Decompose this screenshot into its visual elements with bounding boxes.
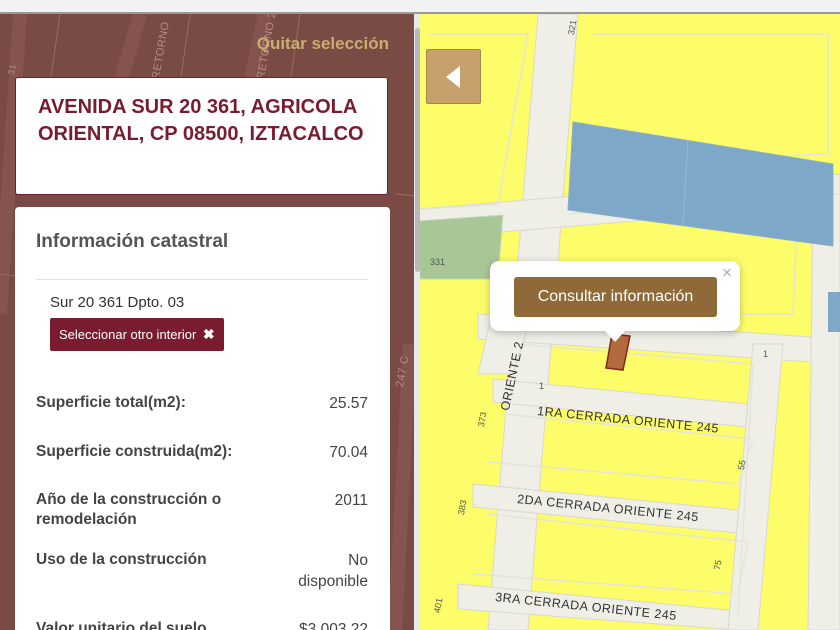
lot-number: 331	[430, 257, 446, 267]
info-row-land-unit-value: Valor unitario del suelo $3,003.22	[36, 619, 368, 630]
info-row-value: No disponible	[298, 552, 368, 590]
info-row-label: Superficie total(m2):	[36, 394, 186, 411]
collapse-panel-button[interactable]	[426, 49, 481, 104]
lot-number: 75	[712, 559, 724, 571]
lot-number: 1	[539, 381, 545, 391]
divider	[36, 279, 368, 280]
popup-close-icon[interactable]: ×	[722, 264, 732, 281]
info-row-built-area: Superficie construida(m2): 70.04	[36, 442, 368, 464]
info-title: Información catastral	[36, 231, 229, 252]
info-row-label: Valor unitario del suelo	[36, 620, 207, 630]
clear-selection-link[interactable]: Quitar selección	[257, 34, 389, 54]
info-row-total-area: Superficie total(m2): 25.57	[36, 393, 368, 415]
popup-pointer	[604, 330, 626, 342]
lot-number: 55	[736, 459, 748, 471]
info-row-construction-year: Año de la construcción o remodelación 20…	[36, 490, 368, 532]
info-row-label: Uso de la construcción	[36, 551, 207, 568]
cadastral-info-card: Información catastral Sur 20 361 Dpto. 0…	[15, 207, 390, 630]
scrollbar-thumb[interactable]	[415, 28, 420, 272]
info-row-value: 25.57	[329, 395, 368, 412]
info-row-label: Año de la construcción o remodelación	[36, 491, 222, 528]
info-row-value: 2011	[334, 492, 368, 509]
lot-number: 1	[763, 349, 769, 359]
top-bar	[0, 0, 840, 14]
close-x-icon: ✖	[202, 326, 215, 342]
info-row-value: 70.04	[329, 444, 368, 461]
info-row-construction-use: Uso de la construcción No disponible	[36, 550, 368, 592]
street-label: 31	[6, 63, 18, 76]
sidebar-scrollbar[interactable]	[414, 14, 420, 630]
address-text: AVENIDA SUR 20 361, AGRICOLA ORIENTAL, C…	[38, 96, 364, 145]
sidebar-panel: RETORNO RETORNO 2 247 C 31 Quitar selecc…	[0, 14, 418, 630]
interior-label: Sur 20 361 Dpto. 03	[50, 294, 185, 311]
consult-info-button[interactable]: Consultar información	[514, 277, 717, 317]
select-other-interior-button[interactable]: Seleccionar otro interior ✖	[50, 318, 224, 351]
address-card: AVENIDA SUR 20 361, AGRICOLA ORIENTAL, C…	[15, 77, 388, 195]
info-row-value: $3,003.22	[299, 621, 368, 630]
select-other-interior-label: Seleccionar otro interior	[59, 327, 197, 342]
info-row-label: Superficie construida(m2):	[36, 443, 233, 460]
chevron-left-icon	[446, 66, 460, 88]
